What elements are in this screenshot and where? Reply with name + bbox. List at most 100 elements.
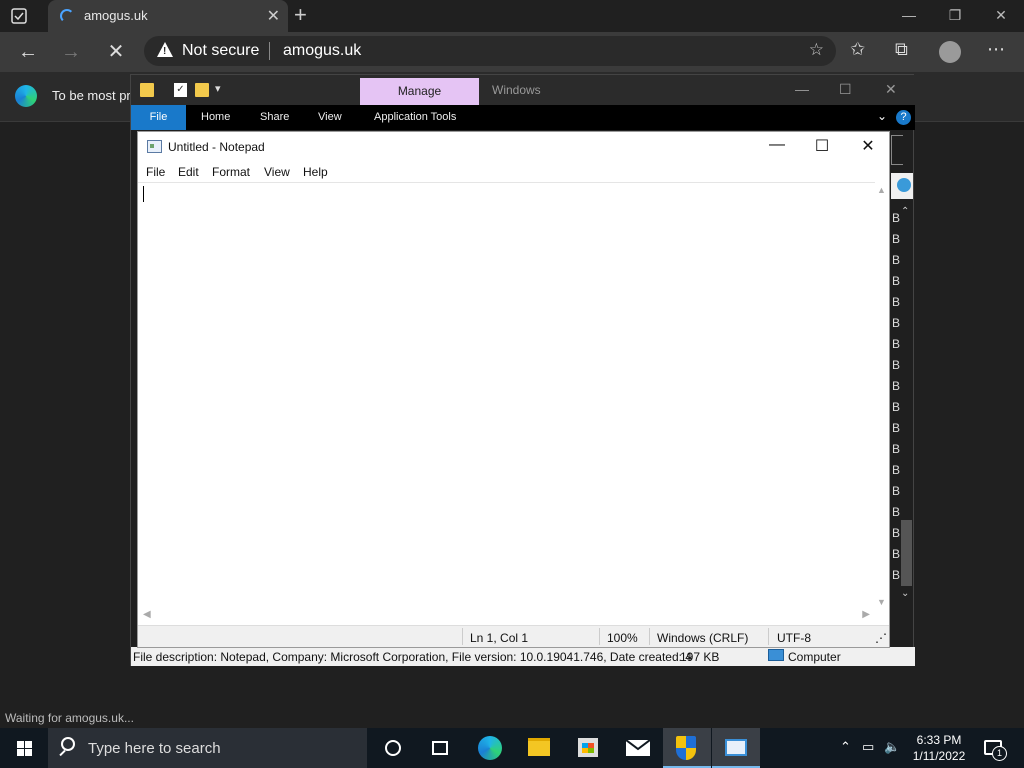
scroll-right-icon[interactable]: ▶ <box>862 609 870 620</box>
notepad-maximize-button[interactable]: ☐ <box>799 136 845 156</box>
resize-grip-icon[interactable]: ⋰ <box>875 631 887 645</box>
file-list-fragment[interactable]: B <box>892 568 900 582</box>
ribbon-tab-share[interactable]: Share <box>260 111 289 123</box>
notepad-taskbar-icon[interactable] <box>725 739 747 756</box>
start-button[interactable] <box>0 728 48 768</box>
infobar-text: To be most pr <box>52 88 131 103</box>
ribbon-tab-home[interactable]: Home <box>201 111 230 123</box>
file-list-fragment[interactable]: B <box>892 526 900 540</box>
store-taskbar-icon[interactable] <box>578 738 598 757</box>
favorites-icon[interactable]: ✩ <box>850 39 865 60</box>
file-list-fragment[interactable]: B <box>892 463 900 477</box>
profile-avatar[interactable] <box>939 41 961 63</box>
explorer-search-box[interactable] <box>891 135 903 165</box>
file-list-fragment[interactable]: B <box>892 316 900 330</box>
menu-help[interactable]: Help <box>303 165 328 179</box>
scroll-down-icon[interactable]: ▼ <box>877 597 886 607</box>
notepad-title: Untitled - Notepad <box>168 140 265 154</box>
restore-button[interactable]: ❐ <box>932 0 978 32</box>
notepad-horizontal-scrollbar[interactable]: ◀ ▶ <box>138 609 875 623</box>
volume-icon[interactable]: 🔈 <box>884 739 900 755</box>
file-list-fragment[interactable]: B <box>892 400 900 414</box>
help-icon[interactable]: ? <box>896 110 911 125</box>
ribbon-tab-application-tools[interactable]: Application Tools <box>374 111 456 123</box>
explorer-close-button[interactable]: ✕ <box>885 81 897 98</box>
mail-taskbar-icon[interactable] <box>625 739 651 756</box>
file-description: File description: Notepad, Company: Micr… <box>133 650 692 664</box>
folder-icon[interactable] <box>140 83 154 97</box>
stop-loading-button[interactable]: ✕ <box>102 38 130 66</box>
scroll-left-icon[interactable]: ◀ <box>143 609 151 620</box>
scroll-down-icon[interactable]: ⌄ <box>901 588 909 599</box>
forward-button[interactable]: → <box>57 38 85 66</box>
explorer-scrollbar[interactable]: ⌃ ⌄ <box>900 206 913 602</box>
line-ending: Windows (CRLF) <box>657 631 749 645</box>
menu-edit[interactable]: Edit <box>178 165 199 179</box>
file-list-fragment[interactable]: B <box>892 442 900 456</box>
collections-icon[interactable]: ⧉ <box>895 39 908 60</box>
more-menu-icon[interactable]: ⋯ <box>987 39 1005 60</box>
notepad-close-button[interactable]: ✕ <box>845 136 891 156</box>
explorer-title: Windows <box>492 83 541 97</box>
edge-taskbar-icon[interactable] <box>478 736 502 760</box>
cortana-icon[interactable] <box>385 740 401 756</box>
taskbar-search-box[interactable]: Type here to search <box>48 728 367 768</box>
address-bar[interactable]: ! Not secure amogus.uk ☆ <box>144 36 836 66</box>
notepad-text-area[interactable] <box>138 182 875 609</box>
menu-format[interactable]: Format <box>212 165 250 179</box>
file-explorer-taskbar-icon[interactable] <box>528 738 550 756</box>
back-button[interactable]: ← <box>14 38 42 66</box>
explorer-minimize-button[interactable]: — <box>795 81 809 97</box>
ribbon-tab-view[interactable]: View <box>318 111 342 123</box>
security-label[interactable]: Not secure <box>182 42 259 60</box>
file-list-fragment[interactable]: B <box>892 505 900 519</box>
explorer-maximize-button[interactable]: ☐ <box>839 81 852 98</box>
file-list-fragment[interactable]: B <box>892 295 900 309</box>
menu-file[interactable]: File <box>146 165 165 179</box>
close-tab-icon[interactable]: ✕ <box>267 6 280 26</box>
new-folder-icon[interactable] <box>195 83 209 97</box>
loading-spinner-icon <box>60 9 74 23</box>
file-list-fragment[interactable]: B <box>892 253 900 267</box>
url-text[interactable]: amogus.uk <box>283 42 361 60</box>
manage-tab[interactable]: Manage <box>360 78 479 105</box>
show-hidden-icons[interactable]: ⌃ <box>840 739 851 755</box>
scrollbar-thumb[interactable] <box>901 520 912 586</box>
notepad-minimize-button[interactable]: — <box>754 136 800 154</box>
explorer-status-bar: File description: Notepad, Company: Micr… <box>131 647 915 666</box>
expand-ribbon-icon[interactable]: ⌄ <box>877 109 887 123</box>
notepad-icon <box>147 140 162 153</box>
tab-actions-icon[interactable] <box>10 7 38 27</box>
notepad-titlebar: Untitled - Notepad — ☐ ✕ <box>138 132 889 162</box>
add-favorite-icon[interactable]: ☆ <box>809 40 824 60</box>
file-list-fragment[interactable]: B <box>892 484 900 498</box>
new-tab-button[interactable]: + <box>294 2 307 28</box>
browser-window-controls: — ❐ ✕ <box>886 0 1024 32</box>
file-list-fragment[interactable]: B <box>892 274 900 288</box>
browser-tab[interactable]: amogus.uk ✕ <box>48 0 288 32</box>
scroll-up-icon[interactable]: ⌃ <box>901 206 909 217</box>
file-list-fragment[interactable]: B <box>892 379 900 393</box>
minimize-button[interactable]: — <box>886 0 932 32</box>
close-window-button[interactable]: ✕ <box>978 0 1024 32</box>
clock-time: 6:33 PM <box>916 733 962 747</box>
properties-icon[interactable]: ✓ <box>174 83 187 97</box>
zoom-level: 100% <box>607 631 638 645</box>
file-list-fragment[interactable]: B <box>892 547 900 561</box>
menu-view[interactable]: View <box>264 165 290 179</box>
ribbon-tab-file[interactable]: File <box>131 105 186 130</box>
network-icon[interactable]: ▭ <box>862 739 874 755</box>
taskbar: Type here to search ⌃ ▭ 🔈 6:33 PM 1/11/2… <box>0 728 1024 768</box>
clock[interactable]: 6:33 PM 1/11/2022 <box>905 732 973 764</box>
file-list-fragment[interactable]: B <box>892 421 900 435</box>
file-list-fragment[interactable]: B <box>892 211 900 225</box>
computer-icon <box>768 649 784 661</box>
file-list-fragment[interactable]: B <box>892 232 900 246</box>
quick-access-dropdown-icon[interactable]: ▾ <box>215 82 221 95</box>
file-list-fragment[interactable]: B <box>892 358 900 372</box>
task-view-icon[interactable] <box>432 741 448 755</box>
file-list-fragment[interactable]: B <box>892 337 900 351</box>
notepad-vertical-scrollbar[interactable]: ▲ ▼ <box>875 182 889 609</box>
scroll-up-icon[interactable]: ▲ <box>877 185 886 195</box>
security-shield-taskbar-icon[interactable] <box>676 736 696 760</box>
